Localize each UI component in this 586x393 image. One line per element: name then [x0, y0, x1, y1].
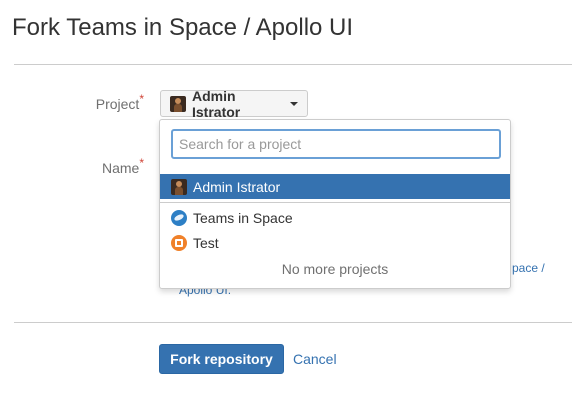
no-more-projects-text: No more projects — [281, 261, 389, 277]
dropdown-item-label: Test — [193, 234, 219, 251]
bottom-divider — [14, 322, 572, 323]
dropdown-item-test[interactable]: Test — [160, 230, 510, 255]
chevron-down-icon — [290, 101, 298, 106]
name-label: Name* — [80, 156, 144, 176]
project-dropdown: Admin Istrator Teams in Space Test No mo… — [159, 119, 511, 289]
name-required-mark: * — [139, 156, 144, 170]
dropdown-item-label: Teams in Space — [193, 209, 293, 226]
project-label-text: Project — [95, 96, 140, 112]
fork-repository-button[interactable]: Fork repository — [159, 344, 284, 374]
project-required-mark: * — [139, 92, 144, 106]
dropdown-item-admin-istrator[interactable]: Admin Istrator — [160, 174, 510, 199]
dropdown-item-teams-in-space[interactable]: Teams in Space — [160, 205, 510, 230]
location-link-fragment[interactable]: pace / — [512, 261, 545, 275]
name-label-text: Name — [101, 160, 140, 176]
user-avatar-icon — [170, 95, 186, 112]
page-title: Fork Teams in Space / Apollo UI — [12, 14, 354, 41]
top-divider — [14, 64, 572, 65]
user-avatar-icon — [171, 178, 187, 195]
cancel-link[interactable]: Cancel — [293, 351, 337, 367]
project-select-trigger[interactable]: Admin Istrator — [160, 87, 308, 120]
dropdown-separator — [160, 202, 510, 203]
project-label: Project* — [80, 92, 144, 112]
dropdown-item-label: Admin Istrator — [193, 178, 281, 195]
test-icon — [171, 234, 187, 251]
project-select-value: Admin Istrator — [192, 87, 241, 120]
project-search-input[interactable] — [171, 129, 501, 159]
space-icon — [171, 209, 187, 226]
